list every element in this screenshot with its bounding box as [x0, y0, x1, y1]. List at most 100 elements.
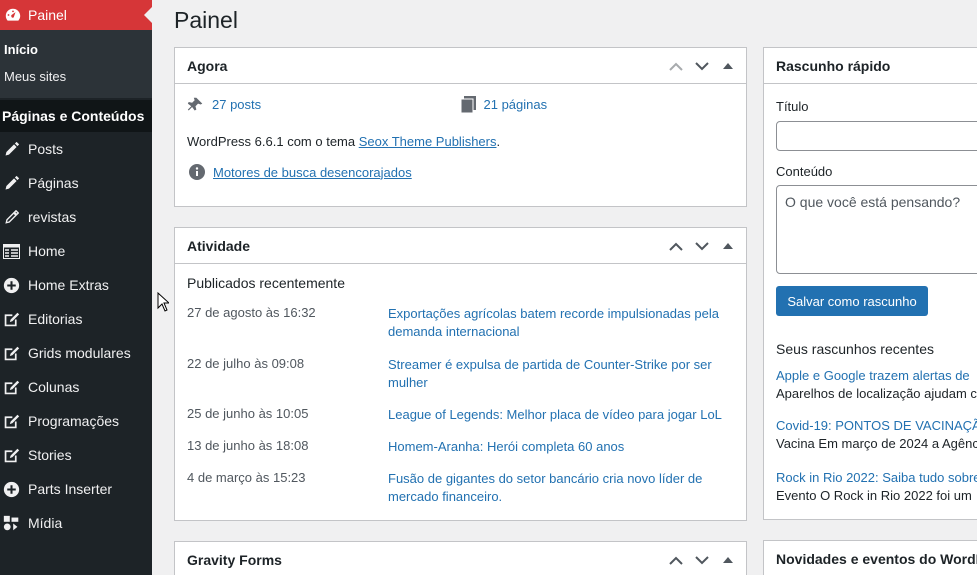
widget-title: Agora [187, 57, 228, 74]
sidebar-item-stories[interactable]: Stories [0, 438, 152, 472]
widget-header: Novidades e eventos do WordPr [764, 541, 977, 575]
pages-icon [460, 96, 476, 113]
activity-post-link[interactable]: Exportações agrícolas batem recorde impu… [388, 305, 733, 341]
pages-count-link[interactable]: 21 páginas [484, 97, 548, 112]
draft-excerpt: Aparelhos de localização ajudam c [776, 386, 977, 401]
pin-icon [187, 96, 204, 113]
widget-header: Rascunho rápido [764, 48, 977, 84]
dashboard-icon [4, 6, 22, 24]
pencil-icon [2, 208, 20, 226]
chevron-down-icon[interactable] [692, 56, 712, 76]
submenu-item-meus-sites[interactable]: Meus sites [0, 63, 152, 90]
draft-content-label: Conteúdo [776, 164, 833, 179]
list-item: 4 de março às 15:23 Fusão de gigantes do… [175, 470, 745, 506]
chevron-down-icon[interactable] [692, 550, 712, 570]
search-engines-link[interactable]: Motores de busca desencorajados [213, 165, 412, 180]
activity-date: 22 de julho às 09:08 [187, 356, 305, 371]
collapse-toggle-icon[interactable] [718, 236, 738, 256]
submenu-item-inicio[interactable]: Início [0, 36, 152, 63]
sidebar-item-paginas[interactable]: Páginas [0, 166, 152, 200]
sidebar-item-label: Home Extras [28, 277, 109, 293]
chevron-up-icon[interactable] [666, 550, 686, 570]
save-draft-button[interactable]: Salvar como rascunho [776, 286, 928, 316]
chevron-up-icon[interactable] [666, 236, 686, 256]
collapse-toggle-icon[interactable] [718, 550, 738, 570]
sidebar-item-home[interactable]: Home [0, 234, 152, 268]
widget-title: Rascunho rápido [776, 57, 891, 74]
activity-post-link[interactable]: League of Legends: Melhor placa de vídeo… [388, 406, 748, 424]
sidebar-item-colunas[interactable]: Colunas [0, 370, 152, 404]
edit-page-icon [2, 310, 20, 328]
sidebar-item-label: Grids modulares [28, 345, 131, 361]
sidebar-item-grids-modulares[interactable]: Grids modulares [0, 336, 152, 370]
version-text: WordPress 6.6.1 com o tema [187, 134, 359, 149]
sidebar-item-label: Páginas [28, 175, 79, 191]
activity-date: 13 de junho às 18:08 [187, 438, 309, 453]
wp-news-widget: Novidades e eventos do WordPr [763, 540, 977, 575]
edit-page-icon [2, 344, 20, 362]
widget-title: Novidades e eventos do WordPr [776, 551, 977, 567]
sidebar-item-midia[interactable]: Mídia [0, 506, 152, 540]
activity-subtitle: Publicados recentemente [187, 275, 345, 291]
sidebar-item-posts[interactable]: Posts [0, 132, 152, 166]
textarea-placeholder: O que você está pensando? [785, 194, 961, 210]
draft-excerpt: Vacina Em março de 2024 a Agênc [776, 436, 977, 451]
draft-link[interactable]: Rock in Rio 2022: Saiba tudo sobre [776, 470, 977, 485]
recent-drafts-heading: Seus rascunhos recentes [776, 341, 934, 357]
activity-date: 25 de junho às 10:05 [187, 406, 309, 421]
plus-circle-icon [2, 276, 20, 294]
posts-count-link[interactable]: 27 posts [212, 97, 261, 112]
draft-content-textarea[interactable]: O que você está pensando? [776, 185, 977, 274]
sidebar-item-label: Home [28, 243, 66, 259]
list-item: 22 de julho às 09:08 Streamer é expulsa … [175, 356, 745, 392]
theme-link[interactable]: Seox Theme Publishers [359, 134, 497, 149]
pencil-icon [2, 140, 20, 158]
media-icon [2, 514, 20, 532]
search-engines-notice: Motores de busca desencorajados [189, 164, 412, 180]
sidebar-item-label: revistas [28, 209, 77, 225]
sidebar-item-painel[interactable]: Painel [0, 0, 152, 30]
collapse-toggle-icon[interactable] [718, 56, 738, 76]
wp-version-text: WordPress 6.6.1 com o tema Seox Theme Pu… [187, 134, 500, 149]
quick-draft-widget: Rascunho rápido Título Conteúdo O que vo… [763, 47, 977, 520]
draft-excerpt: Evento O Rock in Rio 2022 foi um [776, 488, 972, 503]
sidebar-item-label: Programações [28, 413, 120, 429]
sidebar-item-home-extras[interactable]: Home Extras [0, 268, 152, 302]
sidebar-item-revistas[interactable]: revistas [0, 200, 152, 234]
list-item: Apple e Google trazem alertas de Aparelh… [776, 368, 977, 401]
widget-title: Gravity Forms [187, 552, 282, 568]
sidebar-item-label: Posts [28, 141, 64, 157]
sidebar-item-label: Stories [28, 447, 72, 463]
activity-widget: Atividade Publicados recentemente 27 de … [174, 227, 747, 521]
info-icon [189, 164, 205, 180]
sidebar-item-label: Editorias [28, 311, 83, 327]
gravity-forms-widget: Gravity Forms [174, 541, 747, 575]
mouse-cursor-icon [157, 292, 169, 312]
plus-circle-icon [2, 480, 20, 498]
chevron-up-icon[interactable] [666, 56, 686, 76]
draft-title-label: Título [776, 99, 809, 114]
widget-header: Atividade [175, 228, 746, 264]
draft-link[interactable]: Apple e Google trazem alertas de [776, 368, 977, 383]
sidebar-item-programacoes[interactable]: Programações [0, 404, 152, 438]
sidebar-item-label: Parts Inserter [28, 481, 113, 497]
activity-date: 4 de março às 15:23 [187, 470, 306, 485]
sidebar-item-label: Mídia [28, 515, 63, 531]
widget-header: Gravity Forms [175, 542, 746, 575]
sidebar-submenu: Início Meus sites [0, 30, 152, 98]
activity-post-link[interactable]: Streamer é expulsa de partida de Counter… [388, 356, 733, 392]
sidebar-item-parts-inserter[interactable]: Parts Inserter [0, 472, 152, 506]
activity-post-link[interactable]: Fusão de gigantes do setor bancário cria… [388, 470, 733, 506]
list-item: Rock in Rio 2022: Saiba tudo sobre Event… [776, 470, 977, 503]
list-item: 13 de junho às 18:08 Homem-Aranha: Herói… [175, 438, 745, 456]
sidebar-item-editorias[interactable]: Editorias [0, 302, 152, 336]
list-item: Covid-19: PONTOS DE VACINAÇÃO Vacina Em … [776, 418, 977, 451]
widget-title: Atividade [187, 237, 251, 254]
activity-post-link[interactable]: Homem-Aranha: Herói completa 60 anos [388, 438, 733, 456]
edit-page-icon [2, 378, 20, 396]
draft-link[interactable]: Covid-19: PONTOS DE VACINAÇÃO [776, 418, 977, 433]
edit-page-icon [2, 412, 20, 430]
widget-header: Agora [175, 48, 746, 84]
draft-title-input[interactable] [776, 121, 977, 151]
chevron-down-icon[interactable] [692, 236, 712, 256]
